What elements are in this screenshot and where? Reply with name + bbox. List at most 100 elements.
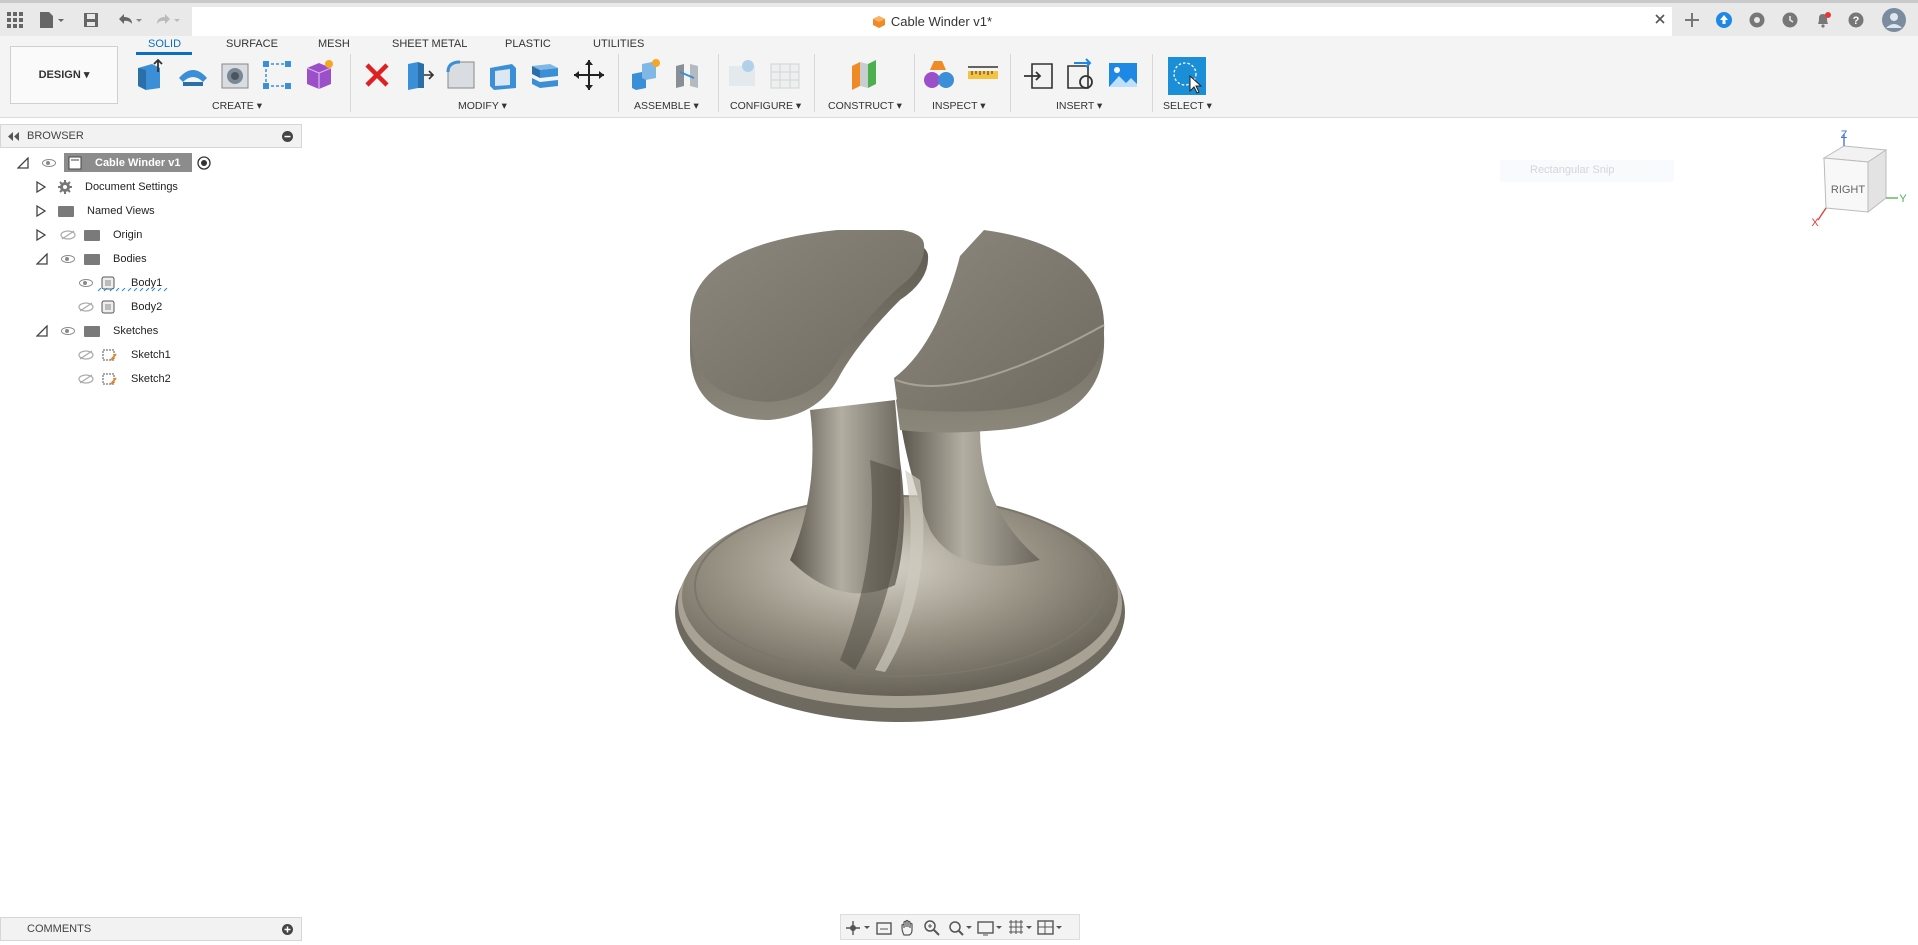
hidden-eye-icon[interactable] [78, 374, 94, 384]
combine-icon[interactable] [528, 58, 562, 92]
cable-winder-model[interactable] [660, 230, 1140, 740]
expanded-arrow-icon[interactable] [36, 325, 48, 337]
tool-groups: CREATE ▾ MODIFY ▾ ASSEMBLE ▾ CONFIGURE ▾ [0, 36, 1918, 118]
toolbar-separator [618, 54, 619, 112]
select-tool-button[interactable] [1168, 57, 1206, 95]
hidden-eye-icon[interactable] [78, 350, 94, 360]
revolve-icon[interactable] [176, 58, 210, 92]
browser-item-named-views[interactable]: Named Views [0, 201, 300, 221]
save-icon[interactable] [82, 11, 100, 29]
browser-item-document-settings[interactable]: Document Settings [0, 177, 300, 197]
browser-item-sketch1[interactable]: Sketch1 [0, 345, 300, 365]
new-component-assemble-icon[interactable] [628, 58, 662, 92]
hidden-eye-icon[interactable] [78, 302, 94, 312]
new-component-icon[interactable] [134, 58, 168, 92]
select-group-label[interactable]: SELECT ▾ [1163, 100, 1212, 112]
pan-hand-icon[interactable] [899, 919, 917, 937]
interference-icon[interactable] [922, 58, 956, 92]
browser-title: BROWSER [27, 130, 84, 142]
tooltip-text: Rectangular Snip [1530, 164, 1615, 176]
browser-item-bodies[interactable]: Bodies [0, 249, 300, 269]
offset-plane-icon[interactable] [846, 58, 880, 92]
press-pull-icon[interactable] [402, 58, 436, 92]
orbit-icon[interactable] [845, 919, 871, 937]
configure-group-label[interactable]: CONFIGURE ▾ [730, 100, 801, 112]
insert-mcmaster-icon[interactable] [1064, 58, 1098, 92]
modify-group-label[interactable]: MODIFY ▾ [458, 100, 507, 112]
file-menu-icon[interactable] [38, 11, 66, 29]
visibility-eye-icon[interactable] [61, 255, 75, 263]
move-copy-icon[interactable] [572, 58, 606, 92]
fillet-icon[interactable] [444, 58, 478, 92]
viewcube[interactable]: RIGHT Z Y X [1808, 128, 1908, 228]
configure-table-icon[interactable] [726, 58, 760, 92]
folder-icon [58, 206, 74, 217]
sketch1-label: Sketch1 [131, 349, 171, 361]
toolbar-separator [718, 54, 719, 112]
hole-icon[interactable] [218, 58, 252, 92]
browser-item-origin[interactable]: Origin [0, 225, 300, 245]
job-status-icon[interactable] [1715, 11, 1733, 29]
joint-icon[interactable] [670, 58, 704, 92]
assemble-group-label[interactable]: ASSEMBLE ▾ [634, 100, 699, 112]
help-icon[interactable]: ? [1847, 11, 1865, 29]
create-form-icon[interactable] [302, 58, 336, 92]
viewports-icon[interactable] [1037, 919, 1063, 937]
construct-group-label[interactable]: CONSTRUCT ▾ [828, 100, 902, 112]
inspect-group-label[interactable]: INSPECT ▾ [932, 100, 986, 112]
hidden-eye-icon[interactable] [60, 230, 76, 240]
collapsed-arrow-icon[interactable] [36, 205, 46, 217]
apps-grid-icon[interactable] [6, 11, 24, 29]
measure-icon[interactable] [966, 58, 1000, 92]
title-bar: Cable Winder v1* ? [0, 0, 1918, 39]
sketch2-label: Sketch2 [131, 373, 171, 385]
visibility-eye-icon[interactable] [79, 279, 93, 287]
create-group-label[interactable]: CREATE ▾ [212, 100, 262, 112]
expanded-arrow-icon[interactable] [17, 157, 29, 169]
insert-derive-icon[interactable] [1022, 58, 1056, 92]
browser-item-body2[interactable]: Body2 [0, 297, 300, 317]
bodies-label: Bodies [113, 253, 147, 265]
configure-rules-icon[interactable] [768, 58, 802, 92]
grid-snaps-icon[interactable] [1007, 919, 1033, 937]
insert-group-label[interactable]: INSERT ▾ [1056, 100, 1102, 112]
sketch-points-icon[interactable] [260, 58, 294, 92]
visibility-eye-icon[interactable] [42, 159, 56, 167]
toolbar-separator [350, 54, 351, 112]
expanded-arrow-icon[interactable] [36, 253, 48, 265]
zoom-icon[interactable] [923, 919, 941, 937]
browser-item-body1[interactable]: Body1 [0, 273, 300, 293]
add-comment-icon[interactable] [282, 924, 293, 935]
viewcube-face-label: RIGHT [1831, 184, 1866, 196]
collapsed-arrow-icon[interactable] [36, 181, 46, 193]
history-icon[interactable] [1781, 11, 1799, 29]
activate-radio-icon[interactable] [197, 156, 211, 170]
browser-item-sketch2[interactable]: Sketch2 [0, 369, 300, 389]
body-error-underline [98, 288, 168, 292]
new-tab-icon[interactable] [1683, 11, 1701, 29]
navigation-bar [840, 914, 1080, 940]
display-settings-icon[interactable] [977, 919, 1003, 937]
redo-icon[interactable] [154, 11, 182, 29]
browser-root-row[interactable]: Cable Winder v1 [0, 153, 300, 173]
browser-minimize-icon[interactable] [282, 131, 293, 142]
visibility-eye-icon[interactable] [61, 327, 75, 335]
shell-icon[interactable] [486, 58, 520, 92]
sketches-label: Sketches [113, 325, 159, 337]
user-avatar-icon[interactable] [1882, 8, 1906, 32]
toolbar-separator [814, 54, 815, 112]
notifications-icon[interactable] [1814, 11, 1832, 29]
zoom-window-icon[interactable] [947, 919, 973, 937]
collapse-panel-icon[interactable] [7, 132, 19, 141]
collapsed-arrow-icon[interactable] [36, 229, 46, 241]
look-at-icon[interactable] [875, 919, 893, 937]
browser-item-sketches[interactable]: Sketches [0, 321, 300, 341]
document-tab[interactable]: Cable Winder v1* [192, 7, 1672, 39]
insert-canvas-icon[interactable] [1106, 58, 1140, 92]
extensions-icon[interactable] [1748, 11, 1766, 29]
delete-icon[interactable] [360, 58, 394, 92]
axis-z-label: Z [1841, 129, 1848, 141]
undo-icon[interactable] [116, 11, 144, 29]
comments-panel-bar[interactable]: COMMENTS [0, 917, 302, 941]
close-tab-icon[interactable] [1654, 13, 1666, 25]
